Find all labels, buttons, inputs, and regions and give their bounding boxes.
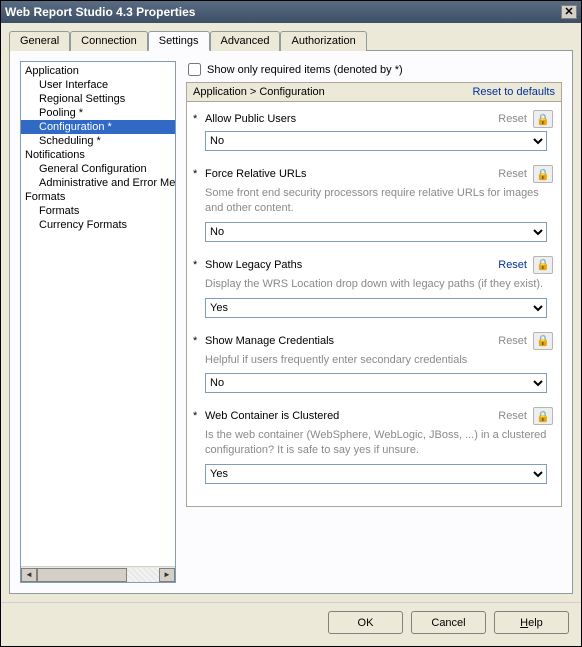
- scroll-left-icon[interactable]: ◄: [21, 568, 37, 582]
- ok-button[interactable]: OK: [328, 611, 403, 634]
- setting-header: *Show Manage CredentialsReset 🔒: [187, 332, 553, 350]
- properties-dialog: Web Report Studio 4.3 Properties ✕ Gener…: [0, 0, 582, 647]
- setting-row: *Allow Public UsersReset 🔒 No: [187, 110, 553, 151]
- reset-link: Reset: [498, 168, 527, 180]
- lock-icon[interactable]: 🔒: [533, 110, 553, 128]
- tab-general[interactable]: General: [9, 31, 70, 51]
- setting-select-wrap: Yes: [205, 464, 547, 484]
- cancel-button[interactable]: Cancel: [411, 611, 486, 634]
- tab-advanced[interactable]: Advanced: [210, 31, 281, 51]
- tree-item[interactable]: Scheduling *: [21, 134, 175, 148]
- required-star-icon: *: [193, 259, 203, 271]
- setting-header: *Web Container is ClusteredReset 🔒: [187, 407, 553, 425]
- settings-panel: Show only required items (denoted by *) …: [186, 61, 562, 583]
- tab-label: Advanced: [221, 35, 270, 47]
- tab-label: Settings: [159, 35, 199, 47]
- lock-icon[interactable]: 🔒: [533, 256, 553, 274]
- show-required-checkbox[interactable]: [188, 63, 201, 76]
- setting-row: *Web Container is ClusteredReset 🔒Is the …: [187, 407, 553, 484]
- reset-link: Reset: [498, 410, 527, 422]
- required-star-icon: *: [193, 410, 203, 422]
- setting-description: Some front end security processors requi…: [187, 183, 553, 219]
- setting-description: Display the WRS Location drop down with …: [187, 274, 553, 295]
- setting-select[interactable]: Yes: [205, 464, 547, 484]
- reset-link: Reset: [498, 335, 527, 347]
- tab-settings[interactable]: Settings: [148, 31, 210, 51]
- tab-label: Authorization: [291, 35, 355, 47]
- scroll-thumb[interactable]: [37, 568, 127, 582]
- setting-select-wrap: Yes: [205, 298, 547, 318]
- tree-item[interactable]: Pooling *: [21, 106, 175, 120]
- tree-item[interactable]: Regional Settings: [21, 92, 175, 106]
- button-label: OK: [358, 617, 374, 629]
- required-star-icon: *: [193, 113, 203, 125]
- reset-link[interactable]: Reset: [498, 259, 527, 271]
- tree-item[interactable]: General Configuration: [21, 162, 175, 176]
- setting-header: *Show Legacy PathsReset 🔒: [187, 256, 553, 274]
- tree-item[interactable]: Administrative and Error Messages: [21, 176, 175, 190]
- setting-title: Force Relative URLs: [203, 168, 498, 180]
- setting-description: Is the web container (WebSphere, WebLogi…: [187, 425, 553, 461]
- tree-panel: ApplicationUser InterfaceRegional Settin…: [20, 61, 176, 583]
- required-star-icon: *: [193, 335, 203, 347]
- setting-select[interactable]: Yes: [205, 298, 547, 318]
- help-button[interactable]: Help: [494, 611, 569, 634]
- tab-strip: General Connection Settings Advanced Aut…: [9, 31, 573, 51]
- setting-row: *Force Relative URLsReset 🔒Some front end…: [187, 165, 553, 242]
- setting-description: Helpful if users frequently enter second…: [187, 350, 553, 371]
- dialog-footer: OK Cancel Help: [1, 602, 581, 646]
- required-star-icon: *: [193, 168, 203, 180]
- button-label: Cancel: [431, 617, 465, 629]
- settings-list: *Allow Public UsersReset🔒No*Force Relati…: [186, 102, 562, 507]
- tree-item[interactable]: Application: [21, 64, 175, 78]
- titlebar: Web Report Studio 4.3 Properties ✕: [1, 1, 581, 23]
- setting-select[interactable]: No: [205, 222, 547, 242]
- lock-icon[interactable]: 🔒: [533, 165, 553, 183]
- settings-tree[interactable]: ApplicationUser InterfaceRegional Settin…: [21, 62, 175, 566]
- tab-connection[interactable]: Connection: [70, 31, 148, 51]
- tab-label: Connection: [81, 35, 137, 47]
- lock-icon[interactable]: 🔒: [533, 407, 553, 425]
- lock-icon[interactable]: 🔒: [533, 332, 553, 350]
- window-title: Web Report Studio 4.3 Properties: [5, 1, 195, 23]
- scroll-right-icon[interactable]: ►: [159, 568, 175, 582]
- setting-row: *Show Manage CredentialsReset 🔒Helpful if…: [187, 332, 553, 394]
- setting-title: Show Legacy Paths: [203, 259, 498, 271]
- setting-select[interactable]: No: [205, 373, 547, 393]
- tree-item[interactable]: Configuration *: [21, 120, 175, 134]
- tab-authorization[interactable]: Authorization: [280, 31, 366, 51]
- breadcrumb: Application > Configuration: [193, 86, 325, 98]
- setting-header: *Force Relative URLsReset 🔒: [187, 165, 553, 183]
- tree-item[interactable]: Formats: [21, 204, 175, 218]
- section-header: Application > Configuration Reset to def…: [186, 82, 562, 102]
- close-icon[interactable]: ✕: [561, 5, 577, 19]
- setting-title: Allow Public Users: [203, 113, 498, 125]
- setting-header: *Allow Public UsersReset 🔒: [187, 110, 553, 128]
- tree-item[interactable]: Formats: [21, 190, 175, 204]
- setting-select[interactable]: No: [205, 131, 547, 151]
- reset-to-defaults-link[interactable]: Reset to defaults: [472, 86, 555, 98]
- setting-title: Web Container is Clustered: [203, 410, 498, 422]
- setting-row: *Show Legacy PathsReset 🔒Display the WRS …: [187, 256, 553, 318]
- tree-item[interactable]: User Interface: [21, 78, 175, 92]
- setting-select-wrap: No: [205, 131, 547, 151]
- setting-select-wrap: No: [205, 222, 547, 242]
- tab-label: General: [20, 35, 59, 47]
- horizontal-scrollbar[interactable]: ◄ ►: [21, 566, 175, 582]
- dialog-body: ApplicationUser InterfaceRegional Settin…: [9, 51, 573, 594]
- setting-title: Show Manage Credentials: [203, 335, 498, 347]
- show-required-label: Show only required items (denoted by *): [207, 64, 403, 76]
- show-required-row: Show only required items (denoted by *): [186, 61, 562, 82]
- reset-link: Reset: [498, 113, 527, 125]
- tree-item[interactable]: Notifications: [21, 148, 175, 162]
- setting-select-wrap: No: [205, 373, 547, 393]
- tree-item[interactable]: Currency Formats: [21, 218, 175, 232]
- scroll-track[interactable]: [37, 568, 159, 582]
